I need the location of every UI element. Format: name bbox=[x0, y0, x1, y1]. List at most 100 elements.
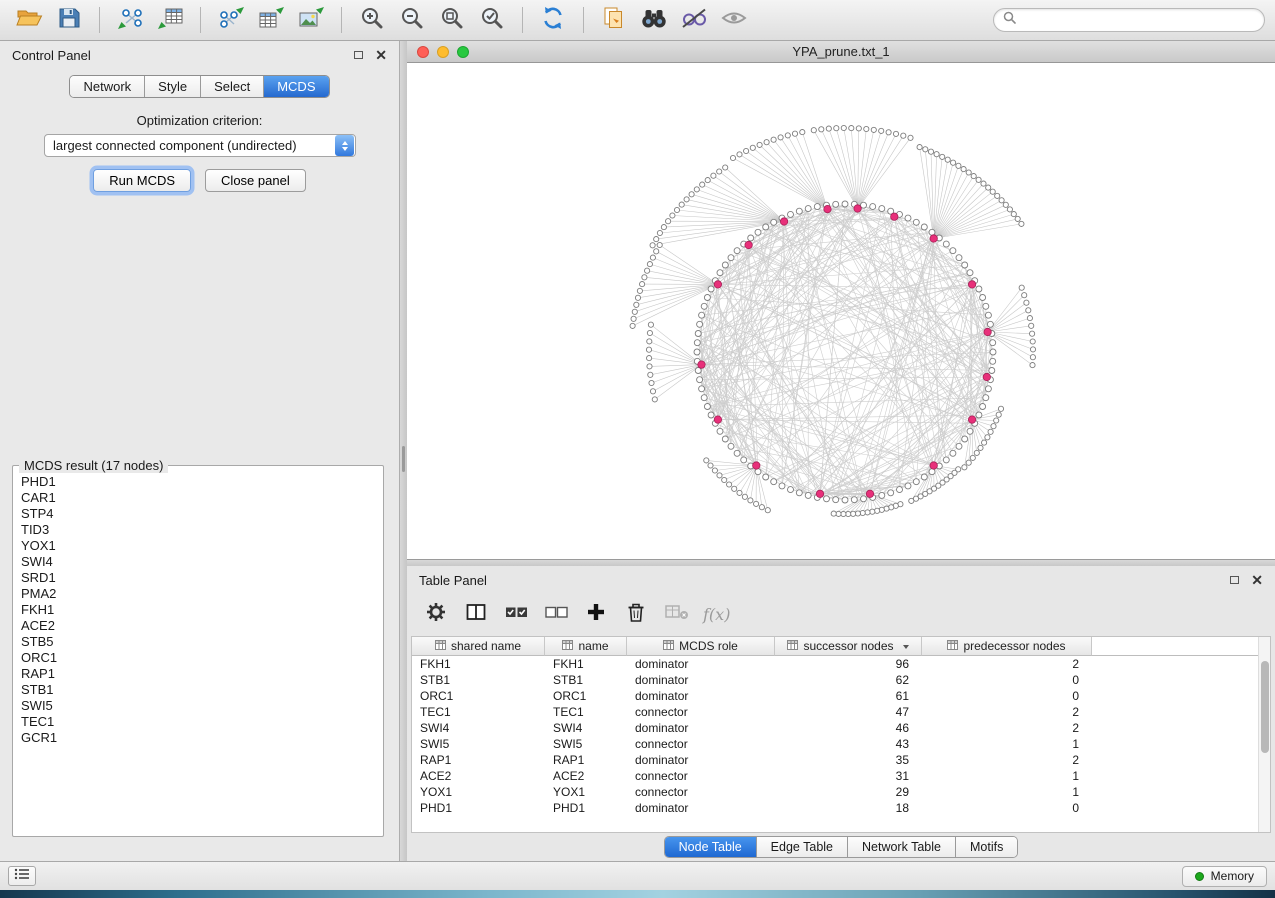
column-header-shared-name[interactable]: shared name bbox=[412, 637, 545, 656]
cell-mcds-role[interactable]: dominator bbox=[627, 720, 775, 736]
cell-mcds-role[interactable]: dominator bbox=[627, 800, 775, 816]
unselect-all-rows-button[interactable] bbox=[543, 599, 569, 629]
cell-name[interactable]: ACE2 bbox=[545, 768, 627, 784]
close-panel-button[interactable]: Close panel bbox=[205, 169, 306, 192]
cell-successor-nodes[interactable]: 61 bbox=[775, 688, 922, 704]
export-table-button[interactable] bbox=[252, 4, 290, 36]
cell-predecessor-nodes[interactable]: 0 bbox=[922, 800, 1092, 816]
tab-select[interactable]: Select bbox=[201, 76, 264, 97]
status-menu-button[interactable] bbox=[8, 866, 36, 886]
float-table-panel-icon[interactable] bbox=[1230, 576, 1239, 584]
clone-network-button[interactable] bbox=[595, 4, 633, 36]
tab-network-table[interactable]: Network Table bbox=[848, 837, 956, 857]
cell-name[interactable]: STB1 bbox=[545, 672, 627, 688]
mcds-result-item[interactable]: ORC1 bbox=[15, 650, 381, 666]
memory-button[interactable]: Memory bbox=[1182, 866, 1267, 887]
tab-motifs[interactable]: Motifs bbox=[956, 837, 1017, 857]
cell-mcds-role[interactable]: connector bbox=[627, 704, 775, 720]
cell-name[interactable]: YOX1 bbox=[545, 784, 627, 800]
mcds-result-item[interactable]: SWI5 bbox=[15, 698, 381, 714]
cell-name[interactable]: RAP1 bbox=[545, 752, 627, 768]
table-row[interactable]: YOX1YOX1connector291 bbox=[412, 784, 1270, 800]
first-neighbors-button[interactable] bbox=[635, 4, 673, 36]
vertical-splitter[interactable] bbox=[400, 41, 407, 861]
show-columns-button[interactable] bbox=[463, 599, 489, 629]
column-header-successor-nodes[interactable]: successor nodes bbox=[775, 637, 922, 656]
network-canvas[interactable] bbox=[407, 63, 1275, 560]
mcds-result-item[interactable]: YOX1 bbox=[15, 538, 381, 554]
cell-mcds-role[interactable]: connector bbox=[627, 784, 775, 800]
table-row[interactable]: SWI4SWI4dominator462 bbox=[412, 720, 1270, 736]
cell-mcds-role[interactable]: dominator bbox=[627, 672, 775, 688]
apply-layout-button[interactable] bbox=[534, 4, 572, 36]
mcds-result-item[interactable]: SRD1 bbox=[15, 570, 381, 586]
close-panel-icon[interactable]: ✕ bbox=[375, 48, 387, 62]
mcds-result-item[interactable]: SWI4 bbox=[15, 554, 381, 570]
mcds-result-item[interactable]: STB5 bbox=[15, 634, 381, 650]
cell-mcds-role[interactable]: dominator bbox=[627, 688, 775, 704]
mcds-result-item[interactable]: ACE2 bbox=[15, 618, 381, 634]
maximize-window-button[interactable] bbox=[457, 46, 469, 58]
cell-shared-name[interactable]: ACE2 bbox=[412, 768, 545, 784]
criterion-dropdown[interactable]: largest connected component (undirected) bbox=[44, 134, 356, 157]
cell-predecessor-nodes[interactable]: 2 bbox=[922, 720, 1092, 736]
cell-shared-name[interactable]: ORC1 bbox=[412, 688, 545, 704]
mcds-result-item[interactable]: GCR1 bbox=[15, 730, 381, 746]
cell-shared-name[interactable]: RAP1 bbox=[412, 752, 545, 768]
save-session-button[interactable] bbox=[50, 4, 88, 36]
cell-shared-name[interactable]: STB1 bbox=[412, 672, 545, 688]
cell-shared-name[interactable]: PHD1 bbox=[412, 800, 545, 816]
zoom-in-button[interactable] bbox=[353, 4, 391, 36]
tab-mcds[interactable]: MCDS bbox=[264, 76, 328, 97]
search-box[interactable] bbox=[993, 8, 1265, 32]
scrollbar-thumb[interactable] bbox=[1261, 661, 1269, 753]
cell-name[interactable]: SWI5 bbox=[545, 736, 627, 752]
tab-node-table[interactable]: Node Table bbox=[665, 837, 757, 857]
import-table-button[interactable] bbox=[151, 4, 189, 36]
cell-name[interactable]: TEC1 bbox=[545, 704, 627, 720]
cell-name[interactable]: FKH1 bbox=[545, 656, 627, 672]
network-window-titlebar[interactable]: YPA_prune.txt_1 bbox=[407, 41, 1275, 63]
cell-successor-nodes[interactable]: 62 bbox=[775, 672, 922, 688]
cell-shared-name[interactable]: YOX1 bbox=[412, 784, 545, 800]
table-row[interactable]: ORC1ORC1dominator610 bbox=[412, 688, 1270, 704]
zoom-fit-button[interactable] bbox=[433, 4, 471, 36]
cell-predecessor-nodes[interactable]: 1 bbox=[922, 736, 1092, 752]
cell-predecessor-nodes[interactable]: 2 bbox=[922, 704, 1092, 720]
tab-network[interactable]: Network bbox=[70, 76, 145, 97]
delete-column-button[interactable] bbox=[623, 599, 649, 629]
tab-edge-table[interactable]: Edge Table bbox=[757, 837, 848, 857]
search-input[interactable] bbox=[1022, 13, 1255, 27]
cell-shared-name[interactable]: SWI5 bbox=[412, 736, 545, 752]
mcds-result-item[interactable]: PMA2 bbox=[15, 586, 381, 602]
mcds-result-item[interactable]: PHD1 bbox=[15, 474, 381, 490]
mcds-result-list[interactable]: PHD1CAR1STP4TID3YOX1SWI4SRD1PMA2FKH1ACE2… bbox=[15, 474, 381, 834]
cell-predecessor-nodes[interactable]: 1 bbox=[922, 784, 1092, 800]
close-table-panel-icon[interactable]: ✕ bbox=[1251, 573, 1263, 587]
cell-predecessor-nodes[interactable]: 2 bbox=[922, 752, 1092, 768]
mcds-result-item[interactable]: STB1 bbox=[15, 682, 381, 698]
export-image-button[interactable] bbox=[292, 4, 330, 36]
table-row[interactable]: SWI5SWI5connector431 bbox=[412, 736, 1270, 752]
mcds-result-item[interactable]: FKH1 bbox=[15, 602, 381, 618]
cell-successor-nodes[interactable]: 29 bbox=[775, 784, 922, 800]
import-network-button[interactable] bbox=[111, 4, 149, 36]
table-scrollbar[interactable] bbox=[1258, 637, 1270, 832]
cell-successor-nodes[interactable]: 35 bbox=[775, 752, 922, 768]
table-row[interactable]: TEC1TEC1connector472 bbox=[412, 704, 1270, 720]
column-header-predecessor-nodes[interactable]: predecessor nodes bbox=[922, 637, 1092, 656]
tab-style[interactable]: Style bbox=[145, 76, 201, 97]
cell-name[interactable]: PHD1 bbox=[545, 800, 627, 816]
run-mcds-button[interactable]: Run MCDS bbox=[93, 169, 191, 192]
cell-shared-name[interactable]: TEC1 bbox=[412, 704, 545, 720]
cell-successor-nodes[interactable]: 43 bbox=[775, 736, 922, 752]
table-row[interactable]: STB1STB1dominator620 bbox=[412, 672, 1270, 688]
table-row[interactable]: PHD1PHD1dominator180 bbox=[412, 800, 1270, 816]
cell-predecessor-nodes[interactable]: 0 bbox=[922, 672, 1092, 688]
mcds-result-item[interactable]: TEC1 bbox=[15, 714, 381, 730]
float-panel-icon[interactable] bbox=[354, 51, 363, 59]
hide-details-button[interactable] bbox=[675, 4, 713, 36]
column-header-MCDS-role[interactable]: MCDS role bbox=[627, 637, 775, 656]
zoom-selected-button[interactable] bbox=[473, 4, 511, 36]
cell-shared-name[interactable]: FKH1 bbox=[412, 656, 545, 672]
